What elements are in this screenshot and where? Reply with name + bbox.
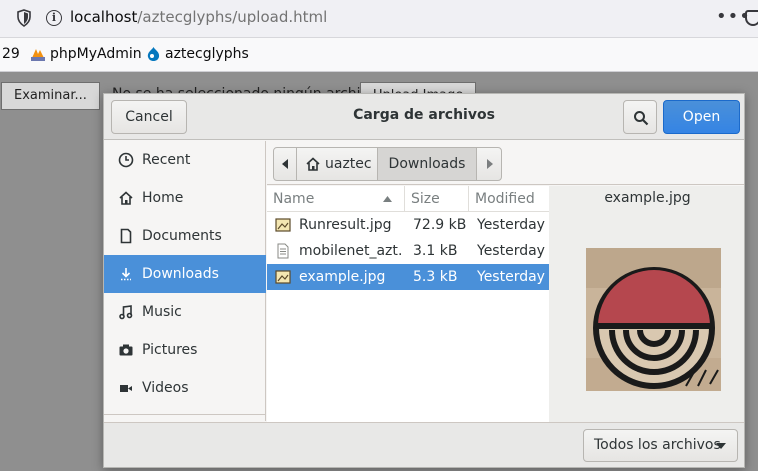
document-icon <box>120 228 132 244</box>
camera-icon <box>119 344 133 356</box>
file-size: 5.3 kB <box>413 269 458 285</box>
sidebar-item-label: Music <box>142 304 182 320</box>
file-size: 3.1 kB <box>413 243 458 259</box>
search-icon <box>634 111 649 126</box>
home-icon <box>119 191 133 205</box>
pocket-icon[interactable] <box>745 10 758 26</box>
url-path: /aztecglyphs/upload.html <box>137 8 328 26</box>
file-list: Name Size Modified Runresult.jpg 72.9 kB… <box>267 186 549 422</box>
search-button[interactable] <box>623 100 657 134</box>
preview-filename: example.jpg <box>604 190 691 206</box>
file-name: example.jpg <box>299 269 386 285</box>
chevron-left-icon <box>282 159 288 169</box>
sidebar-item-label: Documents <box>142 228 222 244</box>
file-size: 72.9 kB <box>413 217 467 233</box>
cancel-button[interactable]: Cancel <box>111 100 187 134</box>
home-icon <box>306 157 320 171</box>
download-icon <box>121 268 131 281</box>
file-chooser-dialog: Cancel Carga de archivos Open Recent Hom… <box>103 93 745 468</box>
sidebar-item-pictures[interactable]: Pictures <box>104 331 266 369</box>
music-icon <box>119 305 133 320</box>
column-header-modified[interactable]: Modified <box>469 186 549 212</box>
url-bar: i localhost/aztecglyphs/upload.html ••• <box>0 0 758 38</box>
sidebar-item-videos[interactable]: Videos <box>104 369 266 407</box>
path-segment-home[interactable]: uaztec <box>296 147 378 181</box>
bookmark-aztecglyphs[interactable]: aztecglyphs <box>146 46 249 62</box>
preview-image <box>586 248 721 391</box>
clock-icon <box>118 152 134 168</box>
file-modified: Yesterday <box>477 243 545 259</box>
chevron-down-icon <box>716 443 726 449</box>
image-icon <box>275 218 291 232</box>
sort-ascending-icon <box>383 196 392 202</box>
text-file-icon <box>277 243 289 259</box>
column-header-size[interactable]: Size <box>405 186 469 212</box>
url-input[interactable]: localhost/aztecglyphs/upload.html <box>70 8 327 26</box>
dialog-footer: Todos los archivos <box>104 422 744 467</box>
file-name: mobilenet_azt… <box>299 243 403 259</box>
sidebar-item-documents[interactable]: Documents <box>104 217 266 255</box>
path-segment-downloads[interactable]: Downloads <box>377 147 477 181</box>
file-row-selected[interactable]: example.jpg 5.3 kB Yesterday <box>267 264 549 290</box>
bookmark-phpmyadmin[interactable]: phpMyAdmin <box>30 46 142 62</box>
path-segment-label: uaztec <box>325 156 372 172</box>
filter-label: Todos los archivos <box>594 437 721 453</box>
column-header-label: Name <box>273 191 315 207</box>
sidebar-item-music[interactable]: Music <box>104 293 266 331</box>
phpmyadmin-icon <box>31 49 45 61</box>
file-row[interactable]: Runresult.jpg 72.9 kB Yesterday <box>267 212 549 238</box>
sidebar-item-label: Pictures <box>142 342 198 358</box>
sidebar-item-label: Home <box>142 190 184 206</box>
path-forward-button[interactable] <box>476 147 502 181</box>
sidebar-item-recent[interactable]: Recent <box>104 141 266 179</box>
column-header-name[interactable]: Name <box>267 186 405 212</box>
file-name: Runresult.jpg <box>299 217 392 233</box>
site-info-icon[interactable]: i <box>46 10 62 26</box>
drupal-icon <box>147 47 160 61</box>
open-button[interactable]: Open <box>663 100 740 134</box>
chevron-right-icon <box>487 159 493 169</box>
browse-button[interactable]: Examinar... <box>1 82 100 110</box>
file-filter-dropdown[interactable]: Todos los archivos <box>583 429 738 462</box>
file-modified: Yesterday <box>477 217 545 233</box>
sidebar-item-label: Recent <box>142 152 191 168</box>
path-back-button[interactable] <box>273 147 297 181</box>
sidebar-item-label: Videos <box>142 380 189 396</box>
sidebar-divider <box>104 414 266 415</box>
file-modified: Yesterday <box>477 269 545 285</box>
bookmark-label: phpMyAdmin <box>50 46 142 62</box>
dialog-header: Cancel Carga de archivos Open <box>104 94 744 140</box>
places-sidebar: Recent Home Documents Downloads Music Pi… <box>104 141 266 421</box>
bookmark-label: aztecglyphs <box>165 46 249 62</box>
bookmark-number[interactable]: 29 <box>2 46 20 62</box>
sidebar-item-downloads[interactable]: Downloads <box>104 255 266 293</box>
path-bar: uaztec Downloads <box>267 141 744 185</box>
file-row[interactable]: mobilenet_azt… 3.1 kB Yesterday <box>267 238 549 264</box>
url-host: localhost <box>70 8 138 26</box>
bookmarks-bar: 29 phpMyAdmin aztecglyphs <box>0 38 758 72</box>
image-icon <box>275 270 291 284</box>
sidebar-item-label: Downloads <box>142 266 219 282</box>
preview-pane: example.jpg <box>549 186 744 422</box>
shield-icon[interactable] <box>16 9 32 27</box>
sidebar-item-home[interactable]: Home <box>104 179 266 217</box>
video-icon <box>120 385 132 392</box>
